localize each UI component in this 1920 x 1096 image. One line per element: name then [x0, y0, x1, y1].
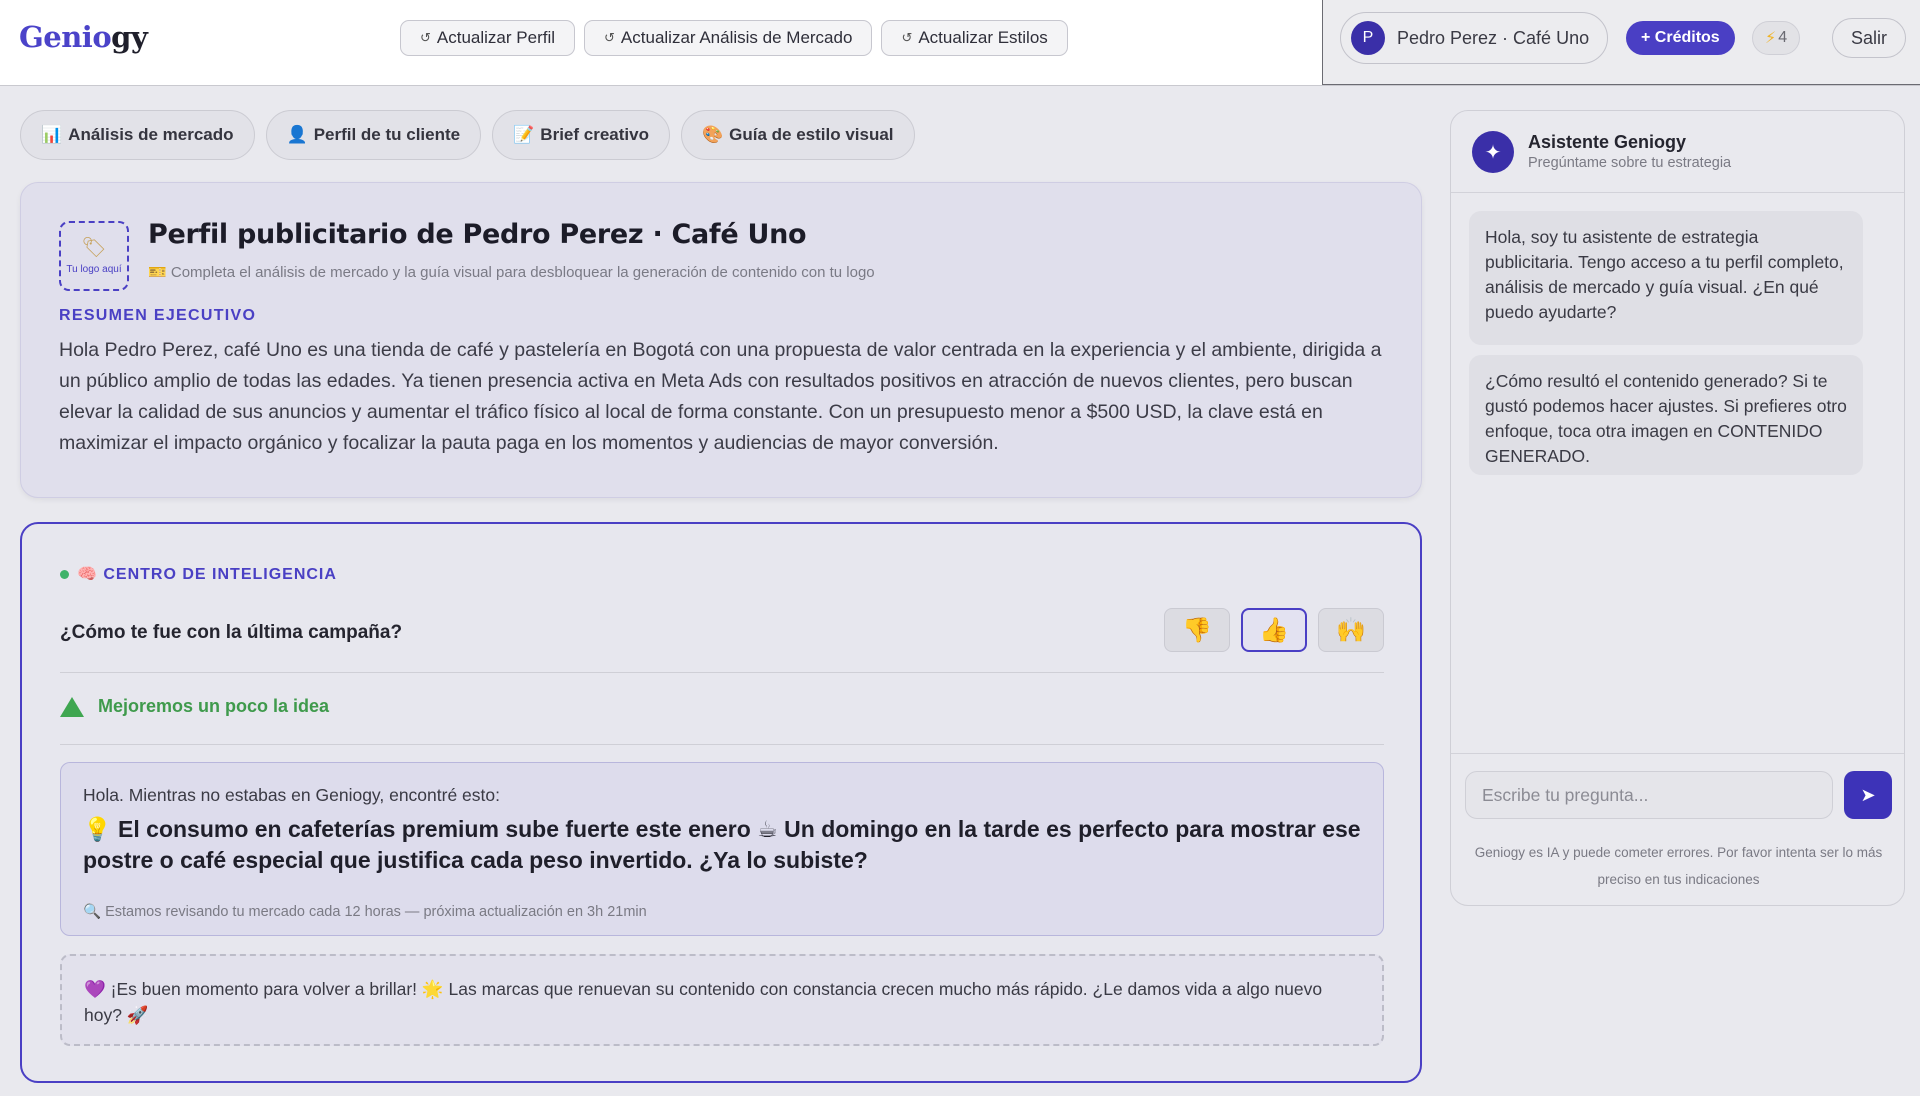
celebrate-button[interactable]: 🙌 [1318, 608, 1384, 652]
main-content: 📊 Análisis de mercado 👤 Perfil de tu cli… [0, 86, 1920, 1096]
update-market-analysis-label: Actualizar Análisis de Mercado [620, 28, 853, 47]
refresh-icon: ↺ [604, 30, 615, 45]
tab-label: Perfil de tu cliente [313, 125, 461, 144]
update-styles-label: Actualizar Estilos [918, 28, 1048, 47]
campaign-feedback-question: ¿Cómo te fue con la última campaña? [60, 622, 403, 643]
profile-subtitle: 🎫 Completa el análisis de mercado y la g… [148, 263, 875, 281]
divider [60, 672, 1384, 673]
lightning-icon: ⚡ [1765, 30, 1777, 47]
user-icon: 👤 [286, 125, 308, 144]
ai-disclaimer: Geniogy es IA y puede cometer errores. P… [1474, 845, 1883, 887]
top-bar: Geniogy ↺ Actualizar Perfil ↺ Actualizar… [0, 0, 1920, 86]
palette-icon: 🎨 [701, 125, 724, 144]
live-status-dot [60, 569, 69, 579]
insight-refresh-note: 🔍 Estamos revisando tu mercado cada 12 h… [83, 904, 647, 920]
update-profile-label: Actualizar Perfil [436, 28, 556, 47]
thumbs-down-button[interactable]: 👎 [1164, 608, 1230, 652]
executive-summary-text: Hola Pedro Perez, café Uno es una tienda… [59, 339, 1382, 454]
feedback-reactions: 👎 👍 🙌 [1164, 608, 1384, 652]
update-market-analysis-button[interactable]: ↺ Actualizar Análisis de Mercado [584, 20, 873, 56]
improve-idea-status: Mejoremos un poco la idea [60, 696, 329, 717]
logo-part-1: Genio [19, 20, 112, 54]
divider [60, 744, 1384, 745]
user-name: Pedro Perez · Café Uno [1397, 27, 1590, 48]
profile-subtitle-text: Completa el análisis de mercado y la guí… [170, 264, 875, 281]
buy-credits-button[interactable]: + Créditos [1626, 21, 1735, 55]
assistant-panel: ✦ Asistente Geniogy Pregúntame sobre tu … [1450, 110, 1905, 906]
intelligence-header-text: 🧠 CENTRO DE INTELIGENCIA [77, 566, 337, 583]
logout-button[interactable]: Salir [1832, 18, 1907, 58]
credits-count: 4 [1778, 29, 1788, 46]
user-profile-chip[interactable]: P Pedro Perez · Café Uno [1340, 12, 1608, 64]
ad-profile-card: 🏷 Tu logo aquí Perfil publicitario de Pe… [20, 182, 1422, 498]
refresh-icon: ↺ [420, 30, 431, 45]
tab-market-analysis[interactable]: 📊 Análisis de mercado [20, 110, 255, 160]
insight-intro: Hola. Mientras no estabas en Geniogy, en… [83, 785, 501, 805]
section-tabs: 📊 Análisis de mercado 👤 Perfil de tu cli… [20, 110, 915, 160]
profile-title: Perfil publicitario de Pedro Perez · Caf… [148, 219, 807, 250]
sparkle-icon: ✦ [1472, 131, 1514, 173]
credits-badge: ⚡ 4 [1752, 21, 1801, 55]
chart-icon: 📊 [41, 125, 63, 144]
tab-label: Análisis de mercado [68, 125, 234, 144]
tab-creative-brief[interactable]: 📝 Brief creativo [492, 110, 670, 160]
assistant-message: Hola, soy tu asistente de estrategia pub… [1469, 211, 1863, 345]
triangle-up-icon [60, 696, 84, 717]
send-button[interactable]: ➤ [1844, 771, 1892, 819]
improve-idea-text: Mejoremos un poco la idea [98, 696, 330, 716]
thumbs-up-button[interactable]: 👍 [1241, 608, 1307, 652]
motivation-message: 💜 ¡Es buen momento para volver a brillar… [60, 954, 1384, 1046]
memo-icon: 📝 [513, 125, 535, 144]
tag-icon: 🏷 [81, 236, 107, 259]
assistant-header: ✦ Asistente Geniogy Pregúntame sobre tu … [1451, 111, 1904, 193]
geniogy-logo[interactable]: Geniogy [19, 20, 148, 54]
tab-visual-style-guide[interactable]: 🎨 Guía de estilo visual [680, 110, 915, 160]
logo-upload-slot[interactable]: 🏷 Tu logo aquí [59, 221, 129, 291]
market-insight-box: Hola. Mientras no estabas en Geniogy, en… [60, 762, 1384, 936]
logo-placeholder-text: Tu logo aquí [66, 263, 122, 275]
update-styles-button[interactable]: ↺ Actualizar Estilos [881, 20, 1068, 56]
assistant-message: ¿Cómo resultó el contenido generado? Si … [1469, 355, 1863, 475]
chat-input[interactable]: Escribe tu pregunta... [1465, 771, 1833, 819]
update-actions: ↺ Actualizar Perfil ↺ Actualizar Análisi… [400, 20, 1068, 56]
user-area: P Pedro Perez · Café Uno + Créditos ⚡ 4 … [1322, 0, 1920, 85]
update-profile-button[interactable]: ↺ Actualizar Perfil [400, 20, 576, 56]
intelligence-header: 🧠 CENTRO DE INTELIGENCIA [60, 564, 337, 584]
executive-summary-label: RESUMEN EJECUTIVO [59, 307, 257, 324]
insight-headline: 💡 El consumo en cafeterías premium sube … [83, 816, 1361, 873]
send-icon: ➤ [1860, 784, 1876, 805]
tab-label: Guía de estilo visual [729, 125, 894, 144]
ticket-icon: 🎫 [148, 264, 167, 281]
divider [1451, 753, 1904, 754]
assistant-title: Asistente Geniogy [1528, 132, 1687, 152]
refresh-icon: ↺ [901, 30, 913, 45]
avatar: P [1351, 21, 1385, 55]
assistant-subtitle: Pregúntame sobre tu estrategia [1528, 155, 1732, 171]
tab-label: Brief creativo [540, 125, 649, 144]
logo-part-2: gy [111, 20, 148, 54]
tab-customer-profile[interactable]: 👤 Perfil de tu cliente [265, 110, 482, 160]
intelligence-center-card: 🧠 CENTRO DE INTELIGENCIA ¿Cómo te fue co… [20, 522, 1422, 1083]
